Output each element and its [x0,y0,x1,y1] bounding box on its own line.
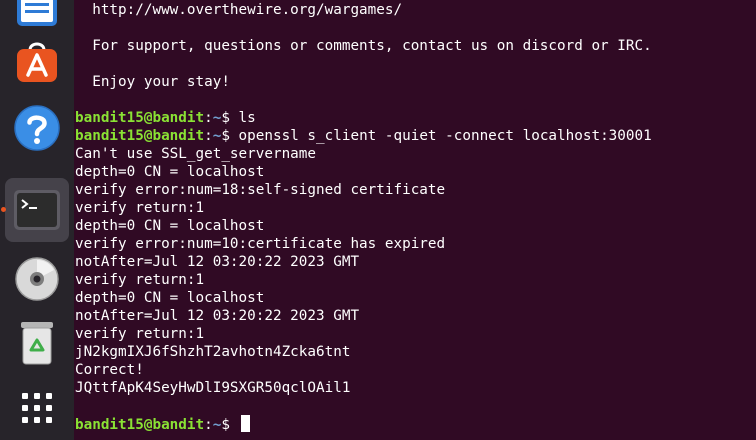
prompt-separator: : [204,128,213,144]
output-line: For support, questions or comments, cont… [75,38,652,54]
prompt-symbol: $ [221,128,230,144]
command-text: ls [229,110,256,126]
output-line: depth=0 CN = localhost [75,290,265,306]
output-line: Enjoy your stay! [75,74,230,90]
command-text [230,417,239,433]
prompt-user: bandit15@bandit [75,110,205,126]
software-store-icon [17,42,57,82]
output-line: notAfter=Jul 12 03:20:22 2023 GMT [75,254,360,270]
show-apps-launcher[interactable] [5,376,69,440]
disc-launcher[interactable] [5,247,69,311]
running-indicator [1,207,6,212]
prompt-symbol: $ [221,110,230,126]
terminal-icon [14,190,60,230]
prompt-line: bandit15@bandit:~$ [75,415,250,433]
output-line: http://www.overthewire.org/wargames/ [75,2,403,18]
output-line: notAfter=Jul 12 03:20:22 2023 GMT [75,308,360,324]
output-line: jN2kgmIXJ6fShzhT2avhotn4Zcka6tnt [75,344,351,360]
help-icon [14,105,60,151]
prompt-line: bandit15@bandit:~$ openssl s_client -qui… [75,127,652,145]
prompt-separator: : [204,417,213,433]
output-line: depth=0 CN = localhost [75,164,265,180]
disc-icon [15,257,59,301]
dock [0,0,74,440]
software-store-launcher[interactable] [5,28,69,92]
output-line: verify return:1 [75,200,205,216]
prompt-symbol: $ [221,417,230,433]
output-line: depth=0 CN = localhost [75,218,265,234]
show-apps-grid-icon [22,393,52,423]
trash-icon [21,322,53,365]
terminal-launcher[interactable] [5,178,69,242]
output-line: JQttfApK4SeyHwDlI9SXGR50qclOAil1 [75,380,351,396]
help-launcher[interactable] [5,96,69,160]
output-line: verify error:num=18:self-signed certific… [75,182,446,198]
output-line: verify return:1 [75,272,205,288]
output-line: Correct! [75,362,144,378]
text-cursor[interactable] [240,415,250,432]
output-line: Can't use SSL_get_servername [75,146,317,162]
prompt-line: bandit15@bandit:~$ ls [75,109,256,127]
prompt-user: bandit15@bandit [75,417,205,433]
command-text: openssl s_client -quiet -connect localho… [229,128,652,144]
prompt-user: bandit15@bandit [75,128,205,144]
output-line: verify error:num=10:certificate has expi… [75,236,446,252]
prompt-separator: : [204,110,213,126]
trash-launcher[interactable] [5,311,69,375]
output-line: verify return:1 [75,326,205,342]
terminal-output[interactable]: http://www.overthewire.org/wargames/ For… [74,0,756,440]
text-editor-icon [17,0,57,26]
